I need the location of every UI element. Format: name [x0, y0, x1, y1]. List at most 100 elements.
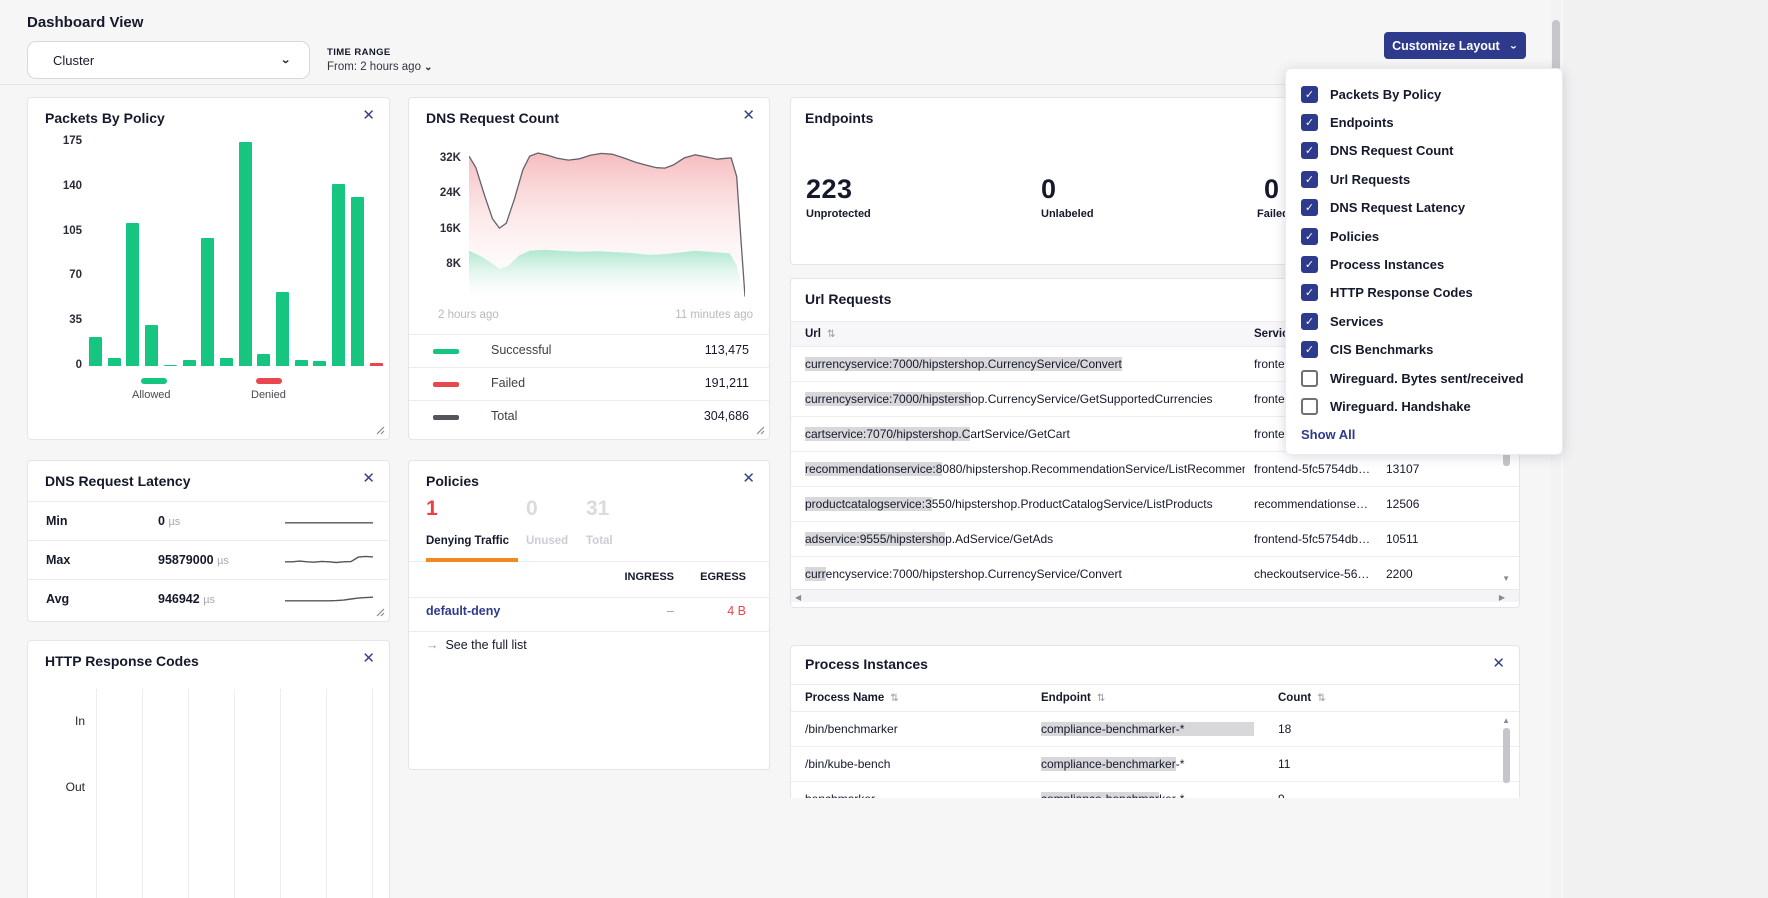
checkbox-unchecked-icon[interactable] — [1301, 398, 1318, 415]
customize-layout-button[interactable]: Customize Layout ⌄ — [1384, 32, 1526, 59]
panel-title: Policies — [426, 473, 479, 489]
close-icon[interactable]: ✕ — [362, 651, 375, 666]
checkbox-checked-icon[interactable]: ✓ — [1301, 199, 1318, 216]
customize-menu-item[interactable]: ✓ Url Requests — [1286, 165, 1562, 193]
table-row[interactable]: currencyservice:7000/hipstershop.Currenc… — [791, 557, 1519, 592]
customize-menu-item[interactable]: Wireguard. Bytes sent/received — [1286, 364, 1562, 392]
customize-menu-item[interactable]: ✓Process Instances — [1286, 250, 1562, 278]
y-tick-label: 105 — [46, 225, 82, 237]
menu-item-label: Packets By Policy — [1330, 87, 1441, 102]
table-row[interactable]: productcatalogservice:3550/hipstershop.P… — [791, 487, 1519, 522]
close-icon[interactable]: ✕ — [362, 471, 375, 486]
sparkline — [285, 590, 373, 613]
vertical-scrollbar[interactable] — [1503, 728, 1510, 783]
tab-denying-traffic[interactable]: Denying Traffic — [426, 535, 509, 547]
packets-y-axis: 17514010570350 — [46, 135, 82, 371]
y-tick-label: 0 — [46, 359, 82, 371]
customize-menu-item[interactable]: ✓HTTP Response Codes — [1286, 279, 1562, 307]
url-cell: productcatalogservice:3550/hipstershop.P… — [805, 497, 1245, 511]
count-cell: 18 — [1278, 722, 1338, 736]
count-cell: 2200 — [1386, 567, 1446, 581]
denied-axis-label: Denied — [251, 389, 286, 401]
service-cell: checkoutservice-56… — [1254, 567, 1379, 581]
checkbox-checked-icon[interactable]: ✓ — [1301, 171, 1318, 188]
close-icon[interactable]: ✕ — [742, 471, 755, 486]
y-tick-label: 32K — [421, 152, 461, 164]
chevron-down-icon: ⌄ — [280, 54, 291, 67]
table-row[interactable]: benchmarkercompliance-benchmarker-*9 — [791, 782, 1519, 798]
menu-item-label: Endpoints — [1330, 115, 1394, 130]
customize-menu-item[interactable]: ✓ DNS Request Latency — [1286, 194, 1562, 222]
scroll-up-icon[interactable]: ▲ — [1502, 716, 1510, 725]
horizontal-scrollbar[interactable]: ◀ ▶ — [791, 589, 1519, 602]
highlight: currencyservice:7000/hipstersh — [805, 392, 971, 406]
checkbox-checked-icon[interactable]: ✓ — [1301, 284, 1318, 301]
url-cell: adservice:9555/hipstershop.AdService/Get… — [805, 532, 1245, 546]
customize-menu-item[interactable]: ✓ Endpoints — [1286, 108, 1562, 136]
process-name-cell: /bin/kube-bench — [805, 757, 1025, 771]
resize-handle[interactable] — [376, 608, 385, 617]
scroll-left-icon[interactable]: ◀ — [795, 593, 801, 602]
sort-icon: ⇅ — [827, 329, 835, 340]
column-header-count[interactable]: Count⇅ — [1278, 692, 1326, 704]
close-icon[interactable]: ✕ — [362, 108, 375, 123]
gridline — [142, 689, 143, 898]
view-selector[interactable]: Cluster ⌄ — [27, 41, 310, 79]
legend-row-total: Total 304,686 — [409, 400, 769, 433]
panel-title: DNS Request Count — [426, 110, 559, 126]
checkbox-unchecked-icon[interactable] — [1301, 370, 1318, 387]
checkbox-checked-icon[interactable]: ✓ — [1301, 228, 1318, 245]
customize-menu-item[interactable]: ✓Policies — [1286, 222, 1562, 250]
table-row[interactable]: /bin/benchmarkercompliance-benchmarker-*… — [791, 712, 1519, 747]
column-header-endpoint[interactable]: Endpoint⇅ — [1041, 692, 1105, 704]
see-full-list-link[interactable]: → See the full list — [426, 638, 527, 652]
allowed-bar — [257, 354, 270, 366]
table-row[interactable]: recommendationservice:8080/hipstershop.R… — [791, 452, 1519, 487]
table-row[interactable]: adservice:9555/hipstershop.AdService/Get… — [791, 522, 1519, 557]
allowed-bar — [183, 360, 196, 366]
arrow-right-icon: → — [426, 638, 439, 652]
y-tick-label: 24K — [421, 187, 461, 199]
legend-row-failed: Failed 191,211 — [409, 367, 769, 400]
customize-menu-item[interactable]: Wireguard. Handshake — [1286, 392, 1562, 420]
menu-item-label: Url Requests — [1330, 172, 1410, 187]
customize-menu-item[interactable]: ✓ Packets By Policy — [1286, 80, 1562, 108]
close-icon[interactable]: ✕ — [742, 108, 755, 123]
checkbox-checked-icon[interactable]: ✓ — [1301, 114, 1318, 131]
customize-layout-menu: ✓Packets By Policy✓Endpoints✓DNS Request… — [1285, 68, 1563, 455]
policy-name-link[interactable]: default-deny — [426, 604, 500, 618]
legend-value: 191,211 — [705, 376, 749, 390]
time-range[interactable]: TIME RANGE From: 2 hours ago ⌄ — [327, 47, 433, 73]
url-cell: currencyservice:7000/hipstershop.Currenc… — [805, 357, 1245, 371]
latency-value: 95879000 µs — [158, 553, 229, 567]
legend-label: Successful — [491, 343, 551, 357]
column-header-url[interactable]: Url⇅ — [805, 328, 835, 340]
checkbox-checked-icon[interactable]: ✓ — [1301, 86, 1318, 103]
checkbox-checked-icon[interactable]: ✓ — [1301, 341, 1318, 358]
scroll-right-icon[interactable]: ▶ — [1499, 593, 1505, 602]
panel-title: HTTP Response Codes — [45, 653, 199, 669]
resize-handle[interactable] — [756, 426, 765, 435]
tab-total[interactable]: Total — [586, 535, 613, 547]
tab-unused[interactable]: Unused — [526, 535, 568, 547]
checkbox-checked-icon[interactable]: ✓ — [1301, 256, 1318, 273]
customize-menu-item[interactable]: ✓CIS Benchmarks — [1286, 336, 1562, 364]
column-header-process-name[interactable]: Process Name⇅ — [805, 692, 899, 704]
url-cell: currencyservice:7000/hipstershop.Currenc… — [805, 567, 1245, 581]
url-cell: recommendationservice:8080/hipstershop.R… — [805, 462, 1245, 476]
customize-menu-item[interactable]: ✓DNS Request Count — [1286, 137, 1562, 165]
show-all-link[interactable]: Show All — [1301, 427, 1355, 442]
customize-menu-item[interactable]: ✓Services — [1286, 307, 1562, 335]
close-icon[interactable]: ✕ — [1492, 656, 1505, 671]
latency-metric-label: Min — [46, 514, 68, 528]
checkbox-checked-icon[interactable]: ✓ — [1301, 313, 1318, 330]
menu-item-label: DNS Request Latency — [1330, 200, 1465, 215]
unprotected-count: 223 — [806, 174, 853, 205]
menu-item-label: Wireguard. Handshake — [1330, 399, 1471, 414]
resize-handle[interactable] — [376, 426, 385, 435]
checkbox-checked-icon[interactable]: ✓ — [1301, 142, 1318, 159]
table-row[interactable]: /bin/kube-benchcompliance-benchmarker-*1… — [791, 747, 1519, 782]
sparkline — [285, 551, 373, 574]
scroll-down-icon[interactable]: ▼ — [1502, 574, 1510, 583]
url-cell: cartservice:7070/hipstershop.CartService… — [805, 427, 1245, 441]
